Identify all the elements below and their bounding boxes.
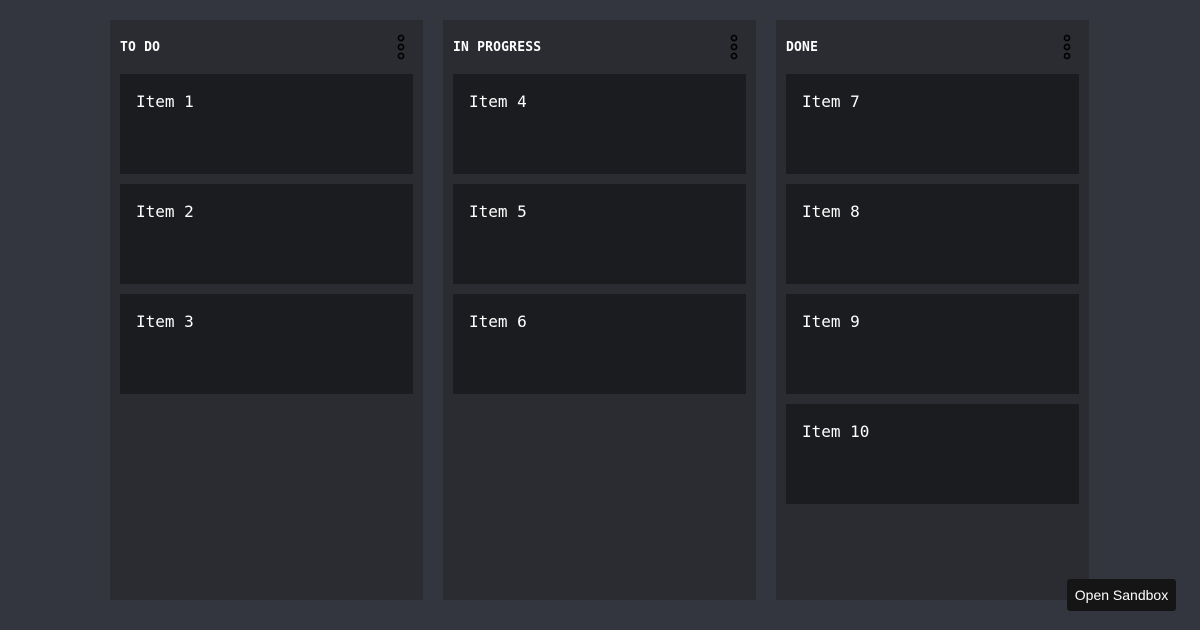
card[interactable]: Item 6 — [453, 294, 746, 394]
card[interactable]: Item 10 — [786, 404, 1079, 504]
card[interactable]: Item 5 — [453, 184, 746, 284]
column-header: DONE — [786, 20, 1079, 74]
column-in-progress: IN PROGRESS Item 4 Item 5 Item 6 — [443, 20, 756, 600]
kebab-menu-icon[interactable] — [729, 34, 739, 60]
open-sandbox-button[interactable]: Open Sandbox — [1067, 579, 1176, 611]
card[interactable]: Item 1 — [120, 74, 413, 174]
column-title: DONE — [786, 39, 819, 55]
column-header: IN PROGRESS — [453, 20, 746, 74]
card[interactable]: Item 8 — [786, 184, 1079, 284]
card[interactable]: Item 2 — [120, 184, 413, 284]
column-todo: TO DO Item 1 Item 2 Item 3 — [110, 20, 423, 600]
column-header: TO DO — [120, 20, 413, 74]
column-done: DONE Item 7 Item 8 Item 9 Item 10 — [776, 20, 1089, 600]
card[interactable]: Item 7 — [786, 74, 1079, 174]
card[interactable]: Item 9 — [786, 294, 1079, 394]
kebab-menu-icon[interactable] — [396, 34, 406, 60]
card[interactable]: Item 3 — [120, 294, 413, 394]
column-title: IN PROGRESS — [453, 39, 542, 55]
kanban-board: TO DO Item 1 Item 2 Item 3 IN PROGRESS I… — [110, 20, 1089, 600]
card[interactable]: Item 4 — [453, 74, 746, 174]
column-title: TO DO — [120, 39, 161, 55]
kebab-menu-icon[interactable] — [1062, 34, 1072, 60]
